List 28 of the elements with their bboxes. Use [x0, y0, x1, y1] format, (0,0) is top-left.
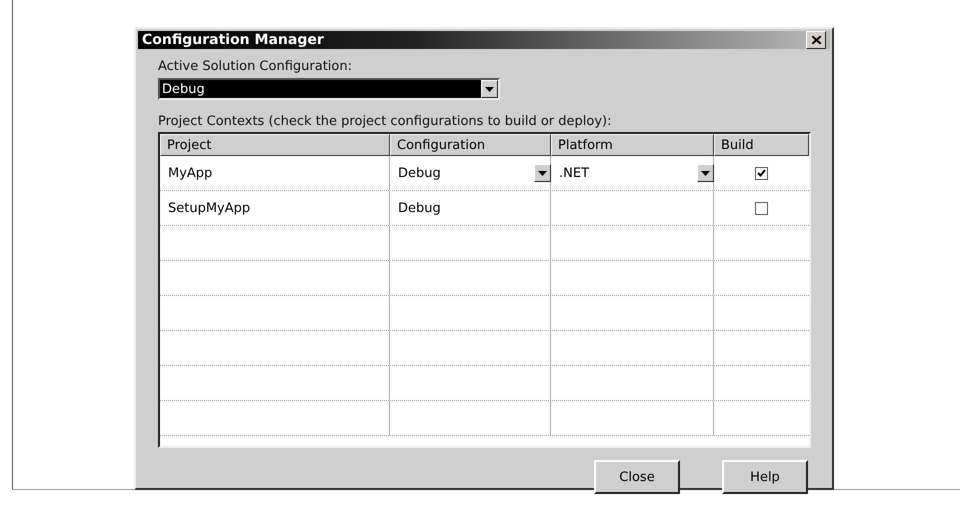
table-cell: .NET — [559, 166, 590, 180]
column-header[interactable]: Configuration — [390, 134, 551, 156]
close-button[interactable] — [806, 31, 826, 49]
caret-icon — [485, 86, 494, 92]
table-cell: MyApp — [168, 166, 212, 180]
column-header[interactable]: Project — [160, 134, 390, 156]
dropdown-button[interactable] — [697, 164, 714, 182]
build-checkbox[interactable] — [755, 202, 768, 214]
caret-icon — [701, 170, 710, 176]
section-label: Project Contexts (check the project configurations to build or deploy): — [158, 114, 612, 129]
table-cell: Debug — [398, 200, 441, 216]
caret-icon — [538, 170, 547, 176]
table-cell: SetupMyApp — [168, 200, 250, 216]
configuration-dropdown[interactable]: Debug — [158, 78, 500, 100]
dialog-button[interactable]: Close — [594, 460, 680, 494]
window-title: Configuration Manager — [142, 32, 324, 48]
dropdown-button[interactable] — [534, 164, 551, 182]
dropdown-button[interactable] — [481, 80, 498, 98]
column-header[interactable]: Build — [714, 134, 809, 156]
field-label: Active Solution Configuration: — [158, 59, 353, 74]
table-row[interactable]: SetupMyApp Debug — [160, 191, 809, 226]
table-row[interactable]: MyApp Debug .NET — [160, 156, 809, 191]
column-header[interactable]: Platform — [551, 134, 714, 156]
table-cell: Debug — [398, 166, 441, 180]
check-icon — [757, 169, 766, 177]
dialog-button[interactable]: Help — [722, 460, 808, 494]
close-icon — [812, 36, 820, 44]
build-checkbox[interactable] — [755, 166, 768, 180]
